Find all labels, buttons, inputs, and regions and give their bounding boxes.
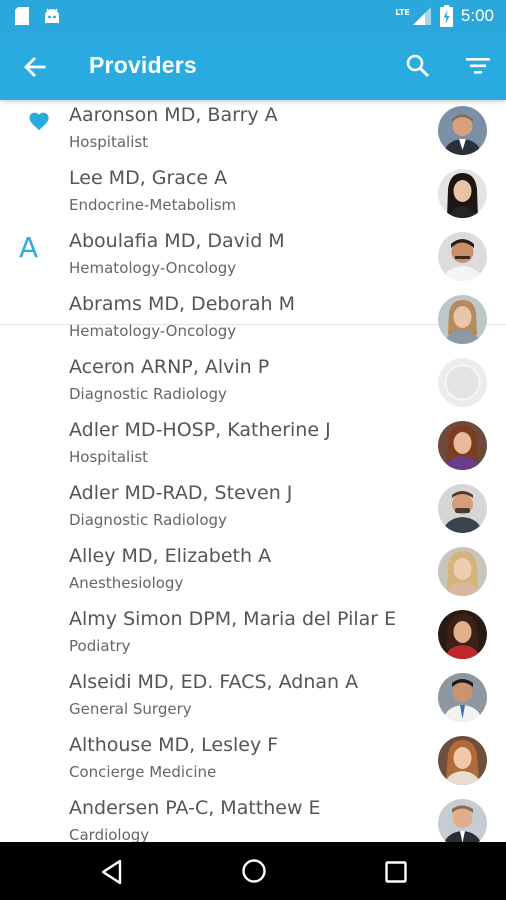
avatar	[438, 421, 487, 470]
provider-name: Aceron ARNP, Alvin P	[69, 356, 270, 378]
filter-button[interactable]	[463, 51, 493, 81]
sd-card-icon	[15, 7, 29, 25]
provider-specialty: Cardiology	[69, 826, 150, 842]
list-item[interactable]: Andersen PA-C, Matthew E Cardiology	[0, 793, 506, 842]
battery-icon	[439, 5, 453, 27]
provider-name: Adler MD-RAD, Steven J	[69, 482, 293, 504]
avatar	[438, 106, 487, 155]
provider-specialty: Diagnostic Radiology	[69, 385, 227, 403]
provider-name: Adler MD-HOSP, Katherine J	[69, 419, 331, 441]
avatar	[438, 169, 487, 218]
search-icon	[406, 54, 430, 78]
provider-name: Andersen PA-C, Matthew E	[69, 797, 321, 819]
provider-specialty: Diagnostic Radiology	[69, 511, 227, 529]
nav-recents-button[interactable]	[384, 860, 408, 884]
nav-home-button[interactable]	[241, 858, 267, 884]
provider-specialty: Anesthesiology	[69, 574, 184, 592]
provider-specialty: Hematology-Oncology	[69, 259, 237, 277]
signal-icon	[412, 7, 431, 25]
status-bar: LTE 5:00	[0, 0, 506, 33]
list-item[interactable]: Lee MD, Grace A Endocrine-Metabolism	[0, 163, 506, 226]
provider-specialty: Endocrine-Metabolism	[69, 196, 237, 214]
avatar	[438, 295, 487, 344]
android-icon	[45, 8, 59, 23]
provider-list[interactable]: A Aaronson MD, Barry A Hospitalist Lee M…	[0, 100, 506, 842]
provider-name: Almy Simon DPM, Maria del Pilar E	[69, 608, 397, 630]
system-nav-bar	[0, 842, 506, 900]
list-item[interactable]: Adler MD-RAD, Steven J Diagnostic Radiol…	[0, 478, 506, 541]
clock: 5:00	[460, 6, 494, 25]
provider-specialty: Hematology-Oncology	[69, 322, 237, 340]
avatar	[438, 736, 487, 785]
list-item[interactable]: Abrams MD, Deborah M Hematology-Oncology	[0, 289, 506, 352]
provider-name: Lee MD, Grace A	[69, 167, 228, 189]
provider-name: Alley MD, Elizabeth A	[69, 545, 272, 567]
list-item[interactable]: Aceron ARNP, Alvin P Diagnostic Radiolog…	[0, 352, 506, 415]
list-item[interactable]: Almy Simon DPM, Maria del Pilar E Podiat…	[0, 604, 506, 667]
notification-icons	[14, 6, 62, 26]
arrow-left-icon	[24, 57, 46, 77]
avatar	[438, 484, 487, 533]
avatar	[438, 547, 487, 596]
provider-specialty: General Surgery	[69, 700, 192, 718]
list-item[interactable]: Althouse MD, Lesley F Concierge Medicine	[0, 730, 506, 793]
search-button[interactable]	[403, 51, 433, 81]
provider-name: Alseidi MD, ED. FACS, Adnan A	[69, 671, 359, 693]
avatar-placeholder	[438, 358, 487, 407]
network-type-label: LTE	[395, 7, 410, 17]
list-item[interactable]: Aaronson MD, Barry A Hospitalist	[0, 100, 506, 163]
back-button[interactable]	[20, 52, 50, 82]
avatar	[438, 610, 487, 659]
avatar	[438, 673, 487, 722]
provider-specialty: Hospitalist	[69, 133, 149, 151]
provider-specialty: Concierge Medicine	[69, 763, 217, 781]
system-status: LTE 5:00	[395, 5, 494, 27]
nav-back-button[interactable]	[99, 858, 125, 886]
list-item[interactable]: Adler MD-HOSP, Katherine J Hospitalist	[0, 415, 506, 478]
app-bar: Providers	[0, 33, 506, 100]
provider-name: Althouse MD, Lesley F	[69, 734, 279, 756]
filter-icon	[466, 58, 490, 74]
list-item[interactable]: Alseidi MD, ED. FACS, Adnan A General Su…	[0, 667, 506, 730]
avatar	[438, 799, 487, 842]
provider-name: Abrams MD, Deborah M	[69, 293, 295, 315]
list-item[interactable]: Alley MD, Elizabeth A Anesthesiology	[0, 541, 506, 604]
provider-specialty: Hospitalist	[69, 448, 149, 466]
provider-name: Aaronson MD, Barry A	[69, 104, 278, 126]
provider-specialty: Podiatry	[69, 637, 131, 655]
list-item[interactable]: Aboulafia MD, David M Hematology-Oncolog…	[0, 226, 506, 289]
avatar	[438, 232, 487, 281]
page-title: Providers	[89, 52, 197, 78]
provider-name: Aboulafia MD, David M	[69, 230, 285, 252]
